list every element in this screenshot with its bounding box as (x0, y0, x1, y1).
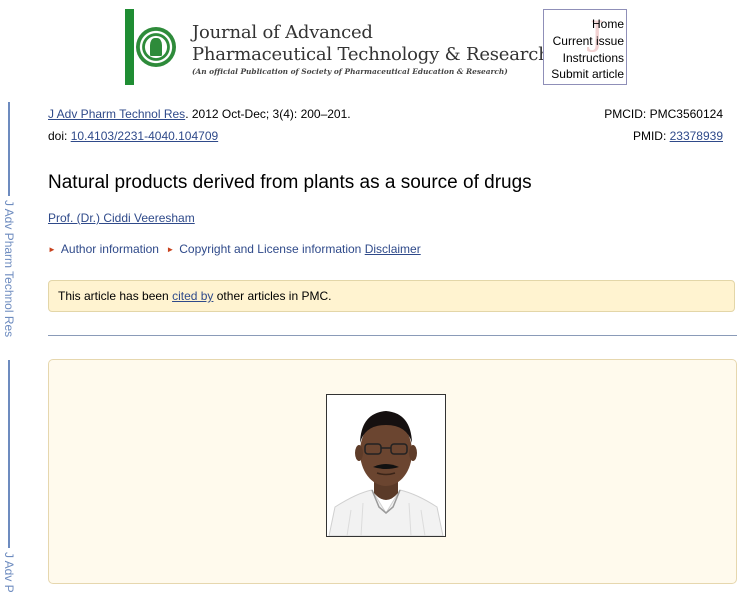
identifiers-block: PMCID: PMC3560124 PMID: 23378939 (604, 107, 723, 143)
doi-link[interactable]: 10.4103/2231-4040.104709 (71, 129, 218, 143)
side-line-bottom (8, 360, 10, 548)
journal-abbrev-link[interactable]: J Adv Pharm Technol Res (48, 107, 185, 121)
journal-nav: J Home Current issue Instructions Submit… (543, 9, 627, 85)
author-portrait-image (327, 395, 445, 536)
copyright-license-toggle[interactable]: Copyright and License information (179, 242, 361, 256)
journal-title-line1: Journal of Advanced (192, 22, 373, 43)
citation-line: J Adv Pharm Technol Res. 2012 Oct-Dec; 3… (48, 107, 351, 121)
author-link[interactable]: Prof. (Dr.) Ciddi Veeresham (48, 211, 195, 225)
disclaimer-link[interactable]: Disclaimer (365, 242, 421, 256)
article-title: Natural products derived from plants as … (48, 172, 532, 193)
citation-details: . 2012 Oct-Dec; 3(4): 200–201. (185, 107, 351, 121)
logo-green-bar (125, 9, 134, 85)
pmcid-line: PMCID: PMC3560124 (604, 107, 723, 121)
article-info-row: ► Author information ► Copyright and Licen… (48, 242, 421, 257)
journal-title-line2: Pharmaceutical Technology & Research (192, 44, 550, 65)
pmcid-label: PMCID: (604, 107, 650, 121)
side-line-top (8, 102, 10, 196)
citation-block: J Adv Pharm Technol Res. 2012 Oct-Dec; 3… (48, 107, 351, 143)
journal-logo[interactable]: Journal of Advanced Pharmaceutical Techn… (125, 9, 550, 85)
doi-label: doi: (48, 129, 71, 143)
nav-current-issue-link[interactable]: Current issue (553, 34, 624, 48)
article-content-box (48, 359, 737, 584)
nav-instructions-link[interactable]: Instructions (563, 51, 624, 65)
pmid-label: PMID: (632, 129, 670, 143)
pmid-link[interactable]: 23378939 (670, 129, 723, 143)
cited-by-notice: This article has been cited by other art… (48, 280, 735, 312)
author-photo (326, 394, 446, 537)
notice-suffix: other articles in PMC. (213, 289, 332, 303)
journal-subtitle: (An official Publication of Society of P… (192, 67, 508, 76)
journal-banner: Journal of Advanced Pharmaceutical Techn… (125, 9, 627, 85)
journal-seal-icon (136, 27, 176, 67)
expand-triangle-icon: ► (166, 245, 175, 254)
pmcid-value: PMC3560124 (649, 107, 723, 121)
nav-submit-article-link[interactable]: Submit article (551, 67, 624, 81)
doi-line: doi: 10.4103/2231-4040.104709 (48, 129, 218, 143)
author-information-toggle[interactable]: Author information (61, 242, 159, 256)
section-divider (48, 335, 737, 336)
nav-home-link[interactable]: Home (592, 17, 624, 31)
author-line: Prof. (Dr.) Ciddi Veeresham (48, 211, 195, 225)
side-label-text-repeat[interactable]: J Adv P (1, 552, 17, 593)
side-label-text[interactable]: J Adv Pharm Technol Res (1, 200, 17, 337)
pmid-line: PMID: 23378939 (604, 129, 723, 143)
expand-triangle-icon: ► (48, 245, 56, 254)
journal-title: Journal of Advanced Pharmaceutical Techn… (192, 22, 550, 65)
notice-prefix: This article has been (58, 289, 173, 303)
side-journal-label: J Adv Pharm Technol Res J Adv P (0, 102, 18, 600)
cited-by-link[interactable]: cited by (172, 289, 213, 303)
